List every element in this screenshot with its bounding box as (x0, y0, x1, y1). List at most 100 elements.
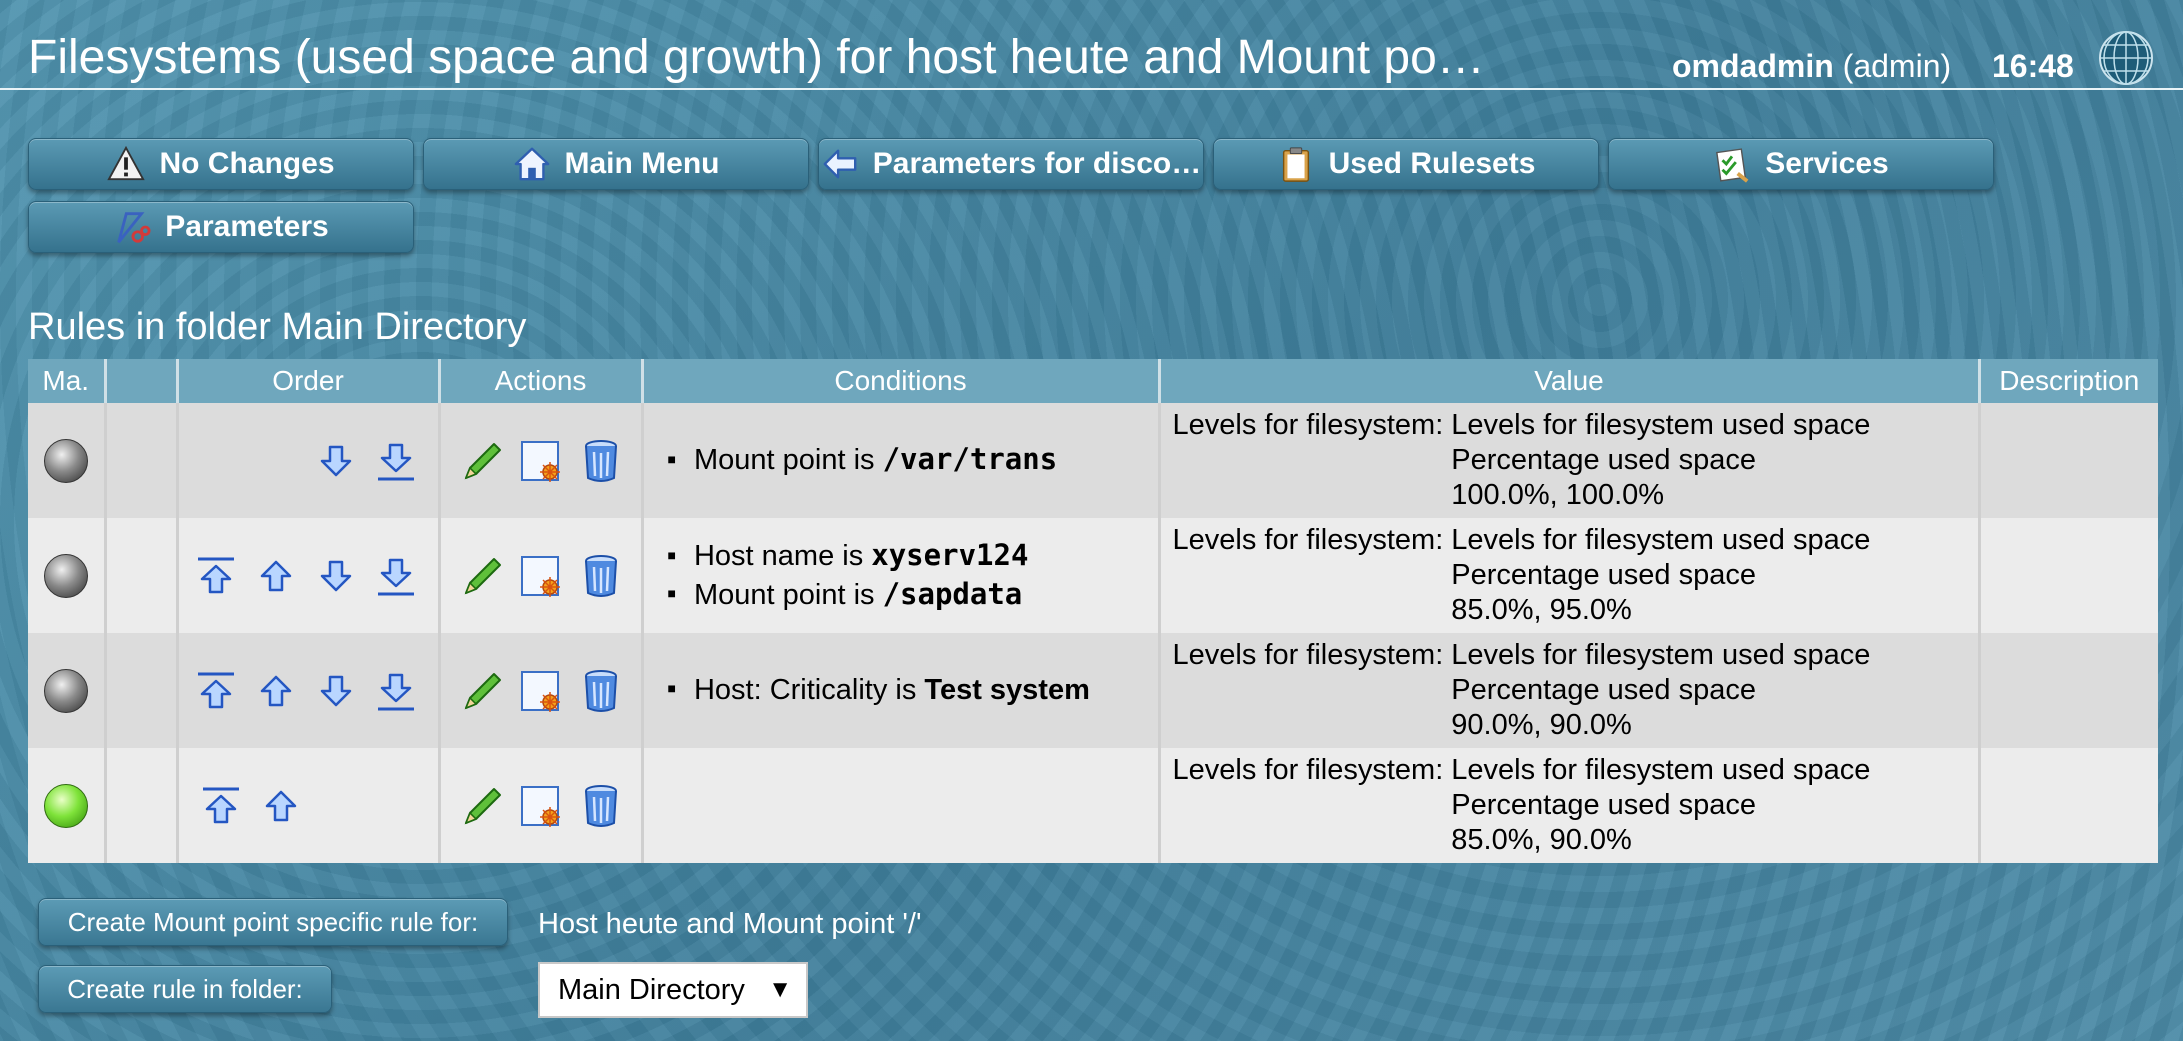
services-label: Services (1765, 147, 1889, 180)
value-label: Levels for filesystem: (1172, 754, 1444, 786)
actions-cell (439, 633, 644, 748)
clone-rule-icon[interactable] (518, 783, 564, 829)
main-menu-button[interactable]: Main Menu (423, 138, 809, 190)
value-line: Levels for filesystem used space (1451, 409, 1871, 441)
no-changes-button[interactable]: No Changes (28, 138, 414, 190)
value-line: Percentage used space (1451, 789, 1756, 821)
rule-status-cell (28, 748, 107, 863)
globe-icon[interactable] (2098, 30, 2154, 86)
edit-pencil-icon[interactable] (458, 783, 504, 829)
move-to-top-icon[interactable] (199, 784, 243, 828)
condition-item: Host: Criticality is Test system (668, 672, 1158, 709)
rule-status-cell (28, 633, 107, 748)
condition-value: /var/trans (882, 442, 1058, 477)
folder-select[interactable]: Main Directory ▼ (538, 962, 808, 1018)
clone-rule-icon[interactable] (518, 668, 564, 714)
value-lines: Levels for filesystem used space Percenta… (1451, 523, 1870, 628)
actions-cell (439, 403, 644, 518)
parameters-button[interactable]: Parameters (28, 201, 414, 253)
move-up-icon[interactable] (254, 554, 298, 598)
value-cell: Levels for filesystem: Levels for filesys… (1159, 633, 1981, 748)
order-cell (177, 518, 441, 633)
value-line: Levels for filesystem used space (1451, 524, 1871, 556)
delete-trash-icon[interactable] (578, 553, 624, 599)
parameters-for-discovery-button[interactable]: Parameters for disco… (818, 138, 1204, 190)
col-header-order: Order (177, 359, 441, 403)
edit-pencil-icon[interactable] (458, 438, 504, 484)
condition-value: Test system (924, 673, 1090, 706)
value-cell: Levels for filesystem: Levels for filesys… (1159, 748, 1981, 863)
table-header-row: Ma. Order Actions Conditions Value Descr… (28, 359, 2158, 403)
delete-trash-icon[interactable] (578, 783, 624, 829)
order-cell (177, 748, 441, 863)
used-rulesets-button[interactable]: Used Rulesets (1213, 138, 1599, 190)
checklist-icon (1716, 148, 1749, 183)
warning-icon (107, 145, 146, 181)
page-title: Filesystems (used space and growth) for … (28, 31, 1485, 84)
move-to-bottom-icon[interactable] (374, 554, 418, 598)
move-to-top-icon[interactable] (194, 554, 238, 598)
order-cell (177, 633, 441, 748)
create-rule-in-folder-button[interactable]: Create rule in folder: (38, 965, 332, 1013)
value-line: Levels for filesystem used space (1451, 754, 1871, 786)
value-lines: Levels for filesystem used space Percenta… (1451, 408, 1870, 513)
folder-select-value: Main Directory (558, 973, 745, 1006)
value-line: 90.0%, 90.0% (1451, 709, 1632, 741)
table-row: Host name is xyserv124Mount point is /sa… (28, 518, 2158, 633)
move-to-bottom-icon[interactable] (374, 669, 418, 713)
conditions-cell: Mount point is /var/trans (642, 403, 1161, 518)
description-cell (1979, 633, 2158, 748)
parameters-icon (117, 212, 151, 244)
blank-cell (105, 748, 179, 863)
clipboard-icon (1282, 147, 1309, 182)
table-row: Levels for filesystem: Levels for filesys… (28, 748, 2158, 863)
col-header-actions: Actions (439, 359, 644, 403)
delete-trash-icon[interactable] (578, 668, 624, 714)
rule-status-cell (28, 403, 107, 518)
condition-list: Host: Criticality is Test system (644, 672, 1158, 709)
value-line: Percentage used space (1451, 444, 1756, 476)
value-line: Percentage used space (1451, 674, 1756, 706)
value-line: 85.0%, 90.0% (1451, 824, 1632, 856)
blank-cell (105, 518, 179, 633)
move-up-icon[interactable] (254, 669, 298, 713)
value-lines: Levels for filesystem used space Percenta… (1451, 753, 1870, 858)
rule-match-gray-icon (43, 553, 88, 598)
section-title: Rules in folder Main Directory (28, 306, 527, 348)
col-header-value: Value (1159, 359, 1981, 403)
clone-rule-icon[interactable] (518, 553, 564, 599)
move-down-icon[interactable] (314, 669, 358, 713)
rule-status-cell (28, 518, 107, 633)
table-row: Host: Criticality is Test systemLevels f… (28, 633, 2158, 748)
host-mount-info: Host heute and Mount point '/' (538, 908, 922, 940)
move-down-icon[interactable] (314, 439, 358, 483)
blank-cell (105, 633, 179, 748)
col-header-blank (105, 359, 179, 403)
col-header-ma: Ma. (28, 359, 107, 403)
services-button[interactable]: Services (1608, 138, 1994, 190)
user-info[interactable]: omdadmin (admin) (1672, 48, 1951, 85)
value-cell: Levels for filesystem: Levels for filesys… (1159, 403, 1981, 518)
condition-value: xyserv124 (871, 538, 1029, 573)
move-up-icon[interactable] (259, 784, 303, 828)
value-line: Percentage used space (1451, 559, 1756, 591)
delete-trash-icon[interactable] (578, 438, 624, 484)
move-to-bottom-icon[interactable] (374, 439, 418, 483)
blank-cell (105, 403, 179, 518)
conditions-cell: Host name is xyserv124Mount point is /sa… (642, 518, 1161, 633)
edit-pencil-icon[interactable] (458, 668, 504, 714)
move-down-icon[interactable] (314, 554, 358, 598)
move-to-top-icon[interactable] (194, 669, 238, 713)
create-specific-rule-button[interactable]: Create Mount point specific rule for: (38, 898, 508, 946)
value-label: Levels for filesystem: (1172, 409, 1444, 441)
description-cell (1979, 748, 2158, 863)
value-label: Levels for filesystem: (1172, 524, 1444, 556)
condition-item: Mount point is /var/trans (668, 441, 1158, 479)
home-icon (514, 147, 549, 181)
edit-pencil-icon[interactable] (458, 553, 504, 599)
value-line: 100.0%, 100.0% (1451, 479, 1665, 511)
no-changes-label: No Changes (159, 147, 335, 180)
actions-cell (439, 748, 644, 863)
clone-rule-icon[interactable] (518, 438, 564, 484)
table-row: Mount point is /var/transLevels for file… (28, 403, 2158, 518)
